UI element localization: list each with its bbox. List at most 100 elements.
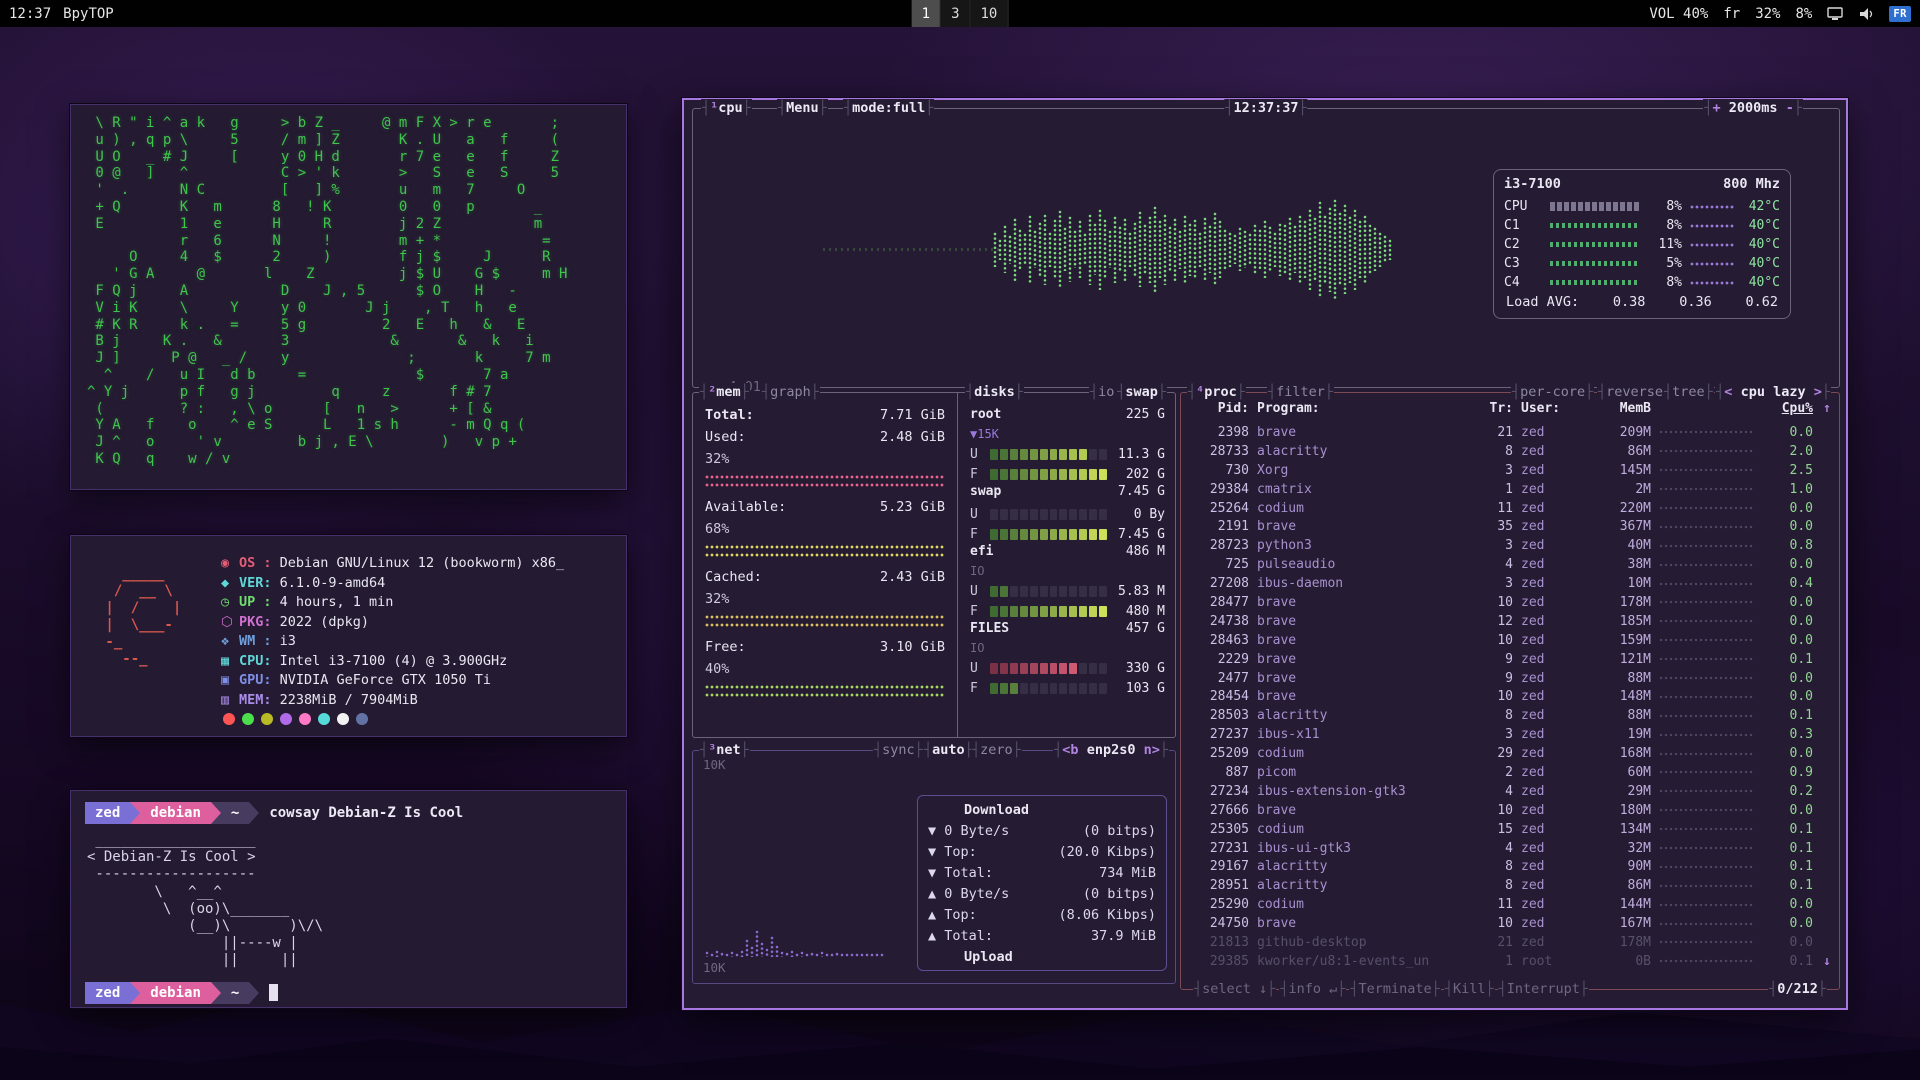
process-row[interactable]: 28454brave10zed148M0.0: [1187, 687, 1813, 706]
disk-name: swap: [970, 484, 1001, 504]
net-prev-interface-button[interactable]: <b: [1062, 741, 1078, 760]
process-row[interactable]: 29385kworker/u8:1-events_un1root0B0.1: [1187, 952, 1813, 971]
process-cpu: 0.1: [1763, 841, 1813, 856]
debian-ascii-logo: _____ / __ \ | / | | \___- -_ --_: [97, 566, 181, 668]
column-user[interactable]: User:: [1521, 401, 1585, 416]
process-row[interactable]: 24738brave12zed185M0.0: [1187, 612, 1813, 631]
mem-entry-label: Available:: [705, 499, 786, 521]
process-row[interactable]: 28733alacritty8zed86M2.0: [1187, 442, 1813, 461]
core-meter: [1550, 280, 1640, 285]
process-row[interactable]: 28503alacritty8zed88M0.1: [1187, 706, 1813, 725]
process-row[interactable]: 28723python33zed40M0.8: [1187, 536, 1813, 555]
column-cpu[interactable]: Cpu%: [1763, 401, 1813, 416]
process-row[interactable]: 25264codium11zed220M0.0: [1187, 499, 1813, 518]
net-zero-button[interactable]: zero: [971, 741, 1022, 760]
fetch-label: UP :: [239, 594, 280, 610]
process-row[interactable]: 24750brave10zed167M0.0: [1187, 914, 1813, 933]
workspace-3[interactable]: 3: [941, 0, 970, 27]
process-row[interactable]: 25290codium11zed144M0.0: [1187, 895, 1813, 914]
process-threads: 1: [1479, 954, 1513, 969]
process-row[interactable]: 2398brave21zed209M0.0: [1187, 423, 1813, 442]
process-row[interactable]: 725pulseaudio4zed38M0.0: [1187, 555, 1813, 574]
proc-action-info[interactable]: info ↵: [1279, 980, 1346, 999]
core-percent: 5%: [1646, 256, 1682, 271]
disk-io-indicator: ▼15K: [970, 427, 1165, 444]
mem-graph-button[interactable]: graph: [761, 383, 820, 402]
mem-entry-percent: 32%: [705, 451, 945, 471]
proc-action-interrupt[interactable]: Interrupt: [1498, 980, 1589, 999]
net-graph-column: [765, 948, 769, 957]
proc-reverse-button[interactable]: reverse: [1597, 383, 1672, 402]
process-cpu: 0.1: [1763, 652, 1813, 667]
column-memory[interactable]: MemB: [1593, 401, 1651, 416]
cpu-graph-column: [1163, 214, 1167, 285]
process-row[interactable]: 25305codium15zed134M0.1: [1187, 820, 1813, 839]
cpu-graph-column: [1138, 211, 1142, 287]
scroll-down-icon[interactable]: ↓: [1823, 954, 1831, 969]
process-row[interactable]: 28477brave10zed178M0.0: [1187, 593, 1813, 612]
sort-next-button[interactable]: >: [1814, 383, 1822, 402]
keyboard-layout-badge[interactable]: FR: [1889, 6, 1911, 22]
net-next-interface-button[interactable]: n>: [1144, 741, 1160, 760]
topbar-left: 12:37 BpyTOP: [0, 6, 114, 22]
fetch-entry: ◷UP : 4 hours, 1 min: [221, 593, 564, 613]
scroll-up-icon[interactable]: ↑: [1823, 401, 1831, 416]
terminal-cursor[interactable]: [269, 984, 278, 1001]
process-row[interactable]: 29384cmatrix1zed2M1.0: [1187, 480, 1813, 499]
sort-prev-button[interactable]: <: [1724, 383, 1732, 402]
interval-minus-button[interactable]: -: [1786, 99, 1794, 118]
prompt-arrow: [130, 982, 140, 1004]
process-row[interactable]: 28463brave10zed159M0.0: [1187, 631, 1813, 650]
core-mini-graph: [1690, 278, 1734, 287]
process-row[interactable]: 27237ibus-x113zed19M0.3: [1187, 725, 1813, 744]
net-sync-button[interactable]: sync: [873, 741, 924, 760]
process-row[interactable]: 27231ibus-ui-gtk34zed32M0.1: [1187, 839, 1813, 858]
process-row[interactable]: 28951alacritty8zed86M0.1: [1187, 876, 1813, 895]
status-kbd-layout: fr: [1723, 6, 1740, 22]
process-pid: 725: [1187, 557, 1249, 572]
process-row[interactable]: 25209codium29zed168M0.0: [1187, 744, 1813, 763]
prompt-segment: debian: [140, 982, 211, 1004]
process-memory: 209M: [1593, 425, 1651, 440]
cpu-core-row: C35%40°C: [1504, 254, 1780, 273]
process-memory: 168M: [1593, 746, 1651, 761]
column-threads[interactable]: Tr:: [1479, 401, 1513, 416]
mem-entry: Used:2.48 GiB: [705, 429, 945, 451]
column-pid[interactable]: Pid:: [1187, 401, 1249, 416]
speaker-icon[interactable]: [1858, 7, 1874, 21]
process-row[interactable]: 2477brave9zed88M0.0: [1187, 669, 1813, 688]
mode-button[interactable]: mode:full: [843, 99, 934, 118]
process-row[interactable]: 21813github-desktop21zed178M0.0: [1187, 933, 1813, 952]
disks-swap-button[interactable]: swap: [1116, 383, 1167, 402]
interval-plus-button[interactable]: +: [1713, 99, 1721, 118]
process-row[interactable]: 2229brave9zed121M0.1: [1187, 650, 1813, 669]
core-percent: 8%: [1646, 199, 1682, 214]
process-threads: 8: [1479, 859, 1513, 874]
process-row[interactable]: 29167alacritty8zed90M0.1: [1187, 857, 1813, 876]
prompt-line-2[interactable]: zeddebian~: [85, 982, 612, 1004]
menu-button[interactable]: Menu: [777, 99, 828, 118]
workspace-10[interactable]: 10: [971, 0, 1009, 27]
proc-filter-button[interactable]: filter: [1267, 383, 1334, 402]
workspace-1[interactable]: 1: [912, 0, 941, 27]
process-row[interactable]: 27208ibus-daemon3zed10M0.4: [1187, 574, 1813, 593]
net-stats-panel: Download ▼ 0 Byte/s(0 bitps)▼ Top:(20.0 …: [917, 795, 1167, 971]
net-auto-button[interactable]: auto: [923, 741, 974, 760]
process-row[interactable]: 27666brave10zed180M0.0: [1187, 801, 1813, 820]
fetch-value: i3: [280, 633, 296, 649]
process-mem-graph: [1659, 427, 1755, 437]
process-row[interactable]: 730Xorg3zed145M2.5: [1187, 461, 1813, 480]
proc-action-select[interactable]: select ↓: [1193, 980, 1276, 999]
proc-tree-button[interactable]: tree: [1663, 383, 1714, 402]
command-text: cowsay Debian-Z Is Cool: [269, 805, 463, 821]
proc-action-kill[interactable]: Kill: [1444, 980, 1495, 999]
proc-action-terminate[interactable]: Terminate: [1349, 980, 1440, 999]
disk-io-indicator: IO: [970, 641, 1165, 658]
cpu-graph-column: [1353, 209, 1357, 290]
process-row[interactable]: 887picom2zed60M0.9: [1187, 763, 1813, 782]
process-row[interactable]: 27234ibus-extension-gtk34zed29M0.2: [1187, 782, 1813, 801]
i3-status-bar: 12:37 BpyTOP 1310 VOL 40%fr32%8% FR: [0, 0, 1920, 27]
proc-per-core-button[interactable]: per-core: [1511, 383, 1594, 402]
process-row[interactable]: 2191brave35zed367M0.0: [1187, 517, 1813, 536]
column-program[interactable]: Program:: [1257, 401, 1471, 416]
